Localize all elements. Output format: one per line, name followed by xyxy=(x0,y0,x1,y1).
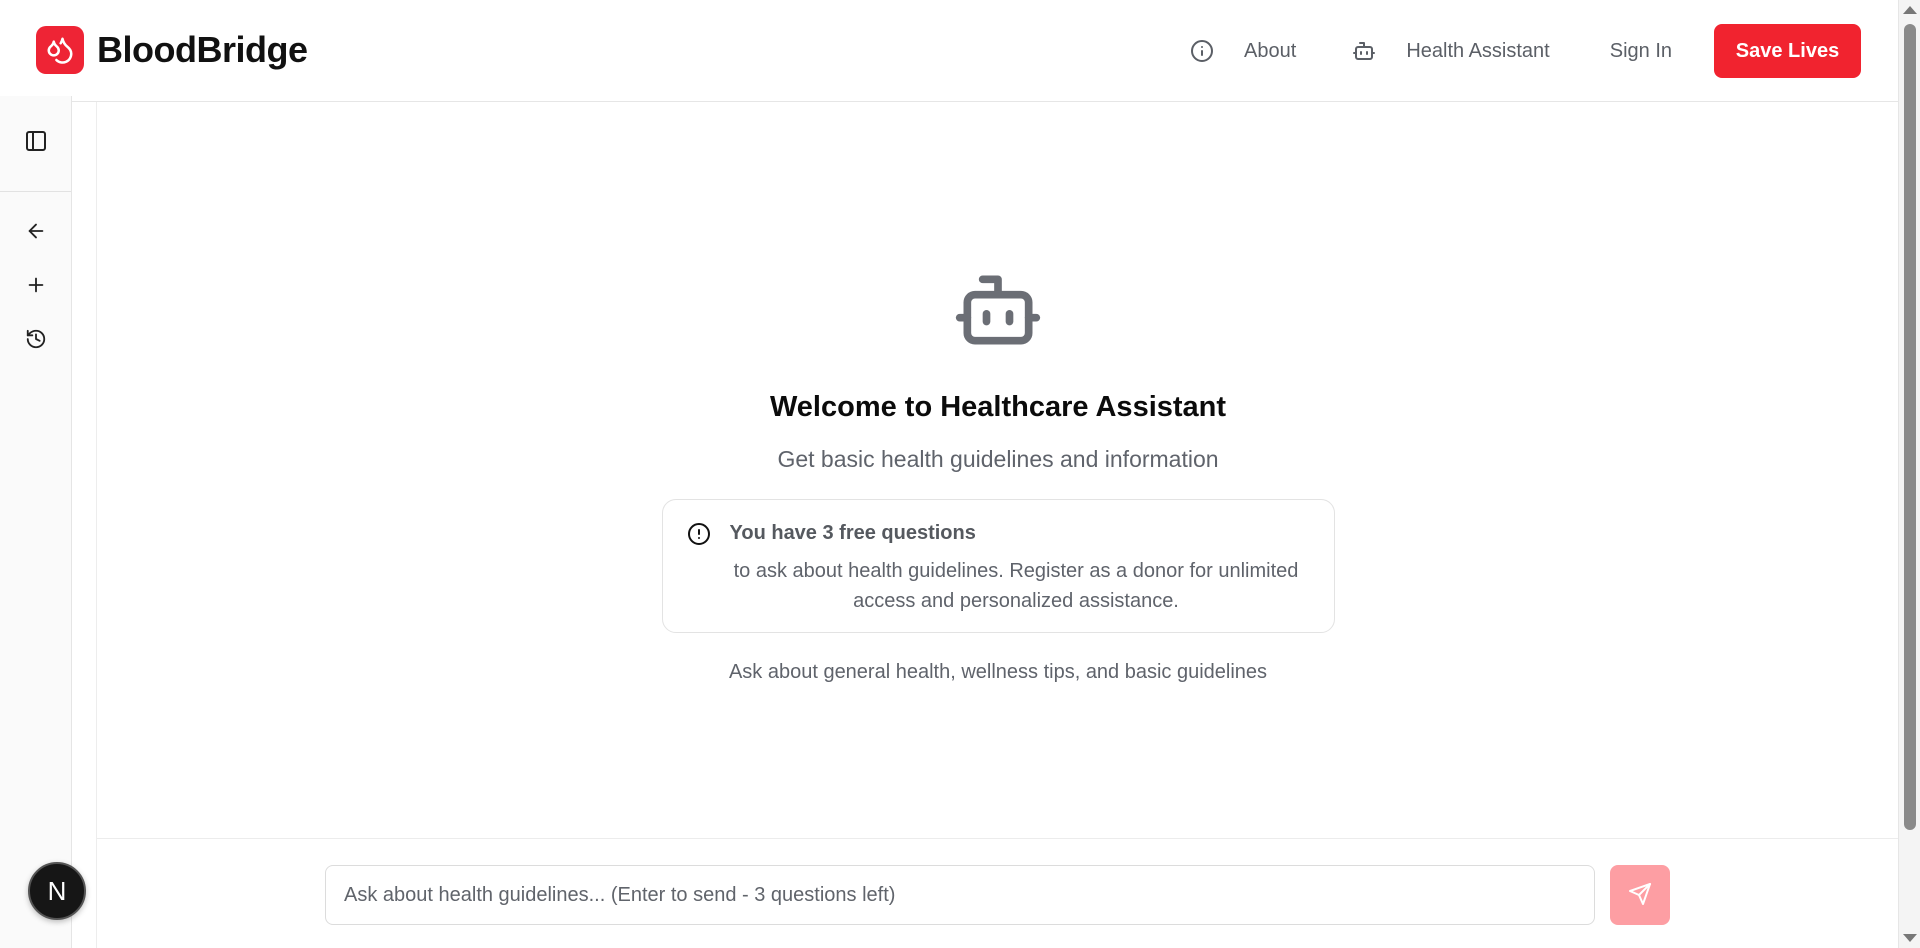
chat-input[interactable] xyxy=(325,865,1595,925)
brand-name: BloodBridge xyxy=(97,29,308,70)
top-header: BloodBridge About Health Assistant Sign … xyxy=(0,0,1898,102)
scroll-thumb[interactable] xyxy=(1904,24,1916,830)
sidebar xyxy=(0,96,72,948)
sidebar-actions xyxy=(0,192,71,361)
page-scrollbar[interactable] xyxy=(1898,0,1920,948)
notice-title: You have 3 free questions xyxy=(729,522,976,544)
arrow-left-icon xyxy=(25,220,47,247)
bot-icon xyxy=(1352,39,1376,63)
plus-icon xyxy=(25,274,47,301)
send-icon xyxy=(1628,882,1652,909)
user-avatar[interactable]: N xyxy=(28,862,86,920)
welcome-subtitle: Get basic health guidelines and informat… xyxy=(777,446,1219,472)
alert-circle-icon xyxy=(687,522,711,551)
blood-drop-logo-icon xyxy=(36,26,84,74)
sign-in-link[interactable]: Sign In xyxy=(1610,40,1672,63)
main-nav: About Health Assistant Sign In Save Live… xyxy=(1190,24,1861,78)
sidebar-toggle-button[interactable] xyxy=(16,124,56,164)
hint-text: Ask about general health, wellness tips,… xyxy=(728,661,1268,683)
avatar-initial: N xyxy=(47,875,67,906)
sign-in-label: Sign In xyxy=(1609,39,1672,62)
history-icon xyxy=(25,328,47,355)
nav-about-label: About xyxy=(1244,39,1297,62)
notice-body: to ask about health guidelines. Register… xyxy=(733,560,1299,612)
history-button[interactable] xyxy=(16,321,56,361)
brand-logo[interactable]: BloodBridge xyxy=(36,26,308,74)
free-questions-notice: You have 3 free questions to ask about h… xyxy=(661,499,1335,633)
chat-input-bar xyxy=(97,838,1899,948)
info-icon xyxy=(1190,39,1214,63)
nav-about-link[interactable]: About xyxy=(1190,39,1296,63)
sidebar-toggle-icon xyxy=(24,129,48,158)
scroll-up-arrow-icon[interactable] xyxy=(1903,6,1917,14)
welcome-panel: Welcome to Healthcare Assistant Get basi… xyxy=(97,264,1899,684)
send-button[interactable] xyxy=(1610,865,1670,925)
new-chat-button[interactable] xyxy=(16,267,56,307)
scroll-down-arrow-icon[interactable] xyxy=(1903,934,1917,942)
save-lives-button[interactable]: Save Lives xyxy=(1714,24,1861,78)
nav-health-assistant-link[interactable]: Health Assistant xyxy=(1352,39,1550,63)
sidebar-top xyxy=(0,96,71,192)
nav-health-assistant-label: Health Assistant xyxy=(1406,39,1550,62)
bot-icon xyxy=(952,264,1044,361)
welcome-title: Welcome to Healthcare Assistant xyxy=(769,391,1227,423)
back-button[interactable] xyxy=(16,213,56,253)
main-content: Welcome to Healthcare Assistant Get basi… xyxy=(96,102,1899,948)
